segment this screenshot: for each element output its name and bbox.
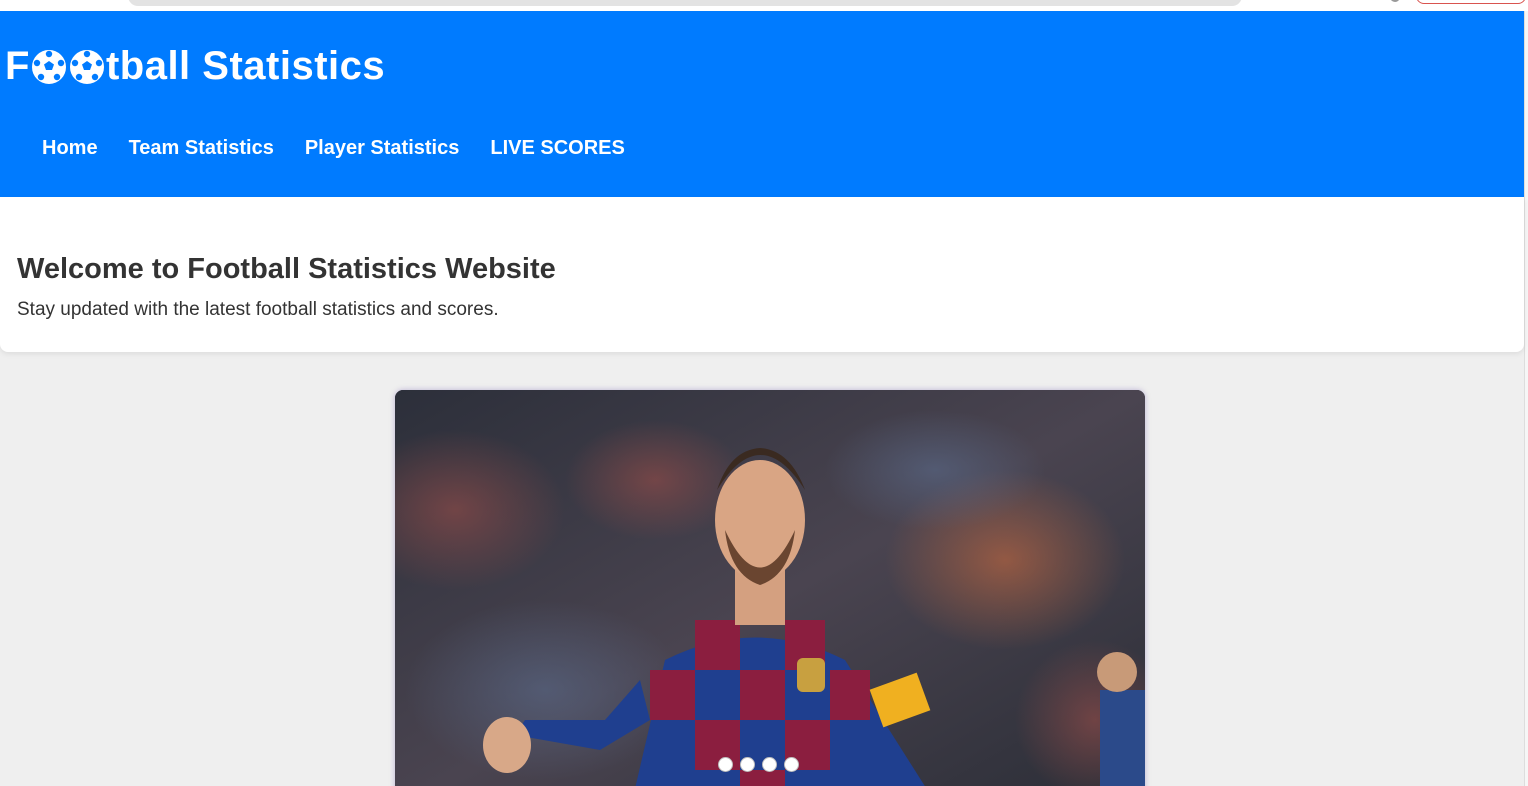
slider-dot-3[interactable] [762,757,777,772]
slider-dot-4[interactable] [784,757,799,772]
main-nav: Home Team Statistics Player Statistics L… [42,137,625,160]
welcome-subtitle: Stay updated with the latest football st… [17,299,499,320]
nav-team-statistics[interactable]: Team Statistics [129,137,274,160]
profile-icon[interactable] [1390,0,1400,2]
logo-suffix: tball Statistics [105,44,386,88]
nav-live-scores[interactable]: LIVE SCORES [490,137,624,160]
soccer-ball-icon [31,49,67,85]
address-bar[interactable] [128,0,1242,6]
slider-dot-1[interactable] [718,757,733,772]
slider-dot-2[interactable] [740,757,755,772]
page-scrollbar[interactable] [1524,11,1528,786]
welcome-section: Welcome to Football Statistics Website S… [0,197,1524,352]
image-slider[interactable] [395,390,1145,786]
soccer-ball-icon [69,49,105,85]
welcome-title: Welcome to Football Statistics Website [17,253,556,285]
browser-top-strip [0,0,1528,11]
slider-dots [718,757,799,772]
site-logo[interactable]: F tball Statistics [5,44,385,89]
browser-action-button[interactable] [1416,0,1526,4]
slide-image-player [395,390,1145,786]
site-header: F tball Statistics Home Team Statistics … [0,11,1524,197]
nav-home[interactable]: Home [42,137,98,160]
logo-prefix: F [5,44,30,88]
nav-player-statistics[interactable]: Player Statistics [305,137,460,160]
